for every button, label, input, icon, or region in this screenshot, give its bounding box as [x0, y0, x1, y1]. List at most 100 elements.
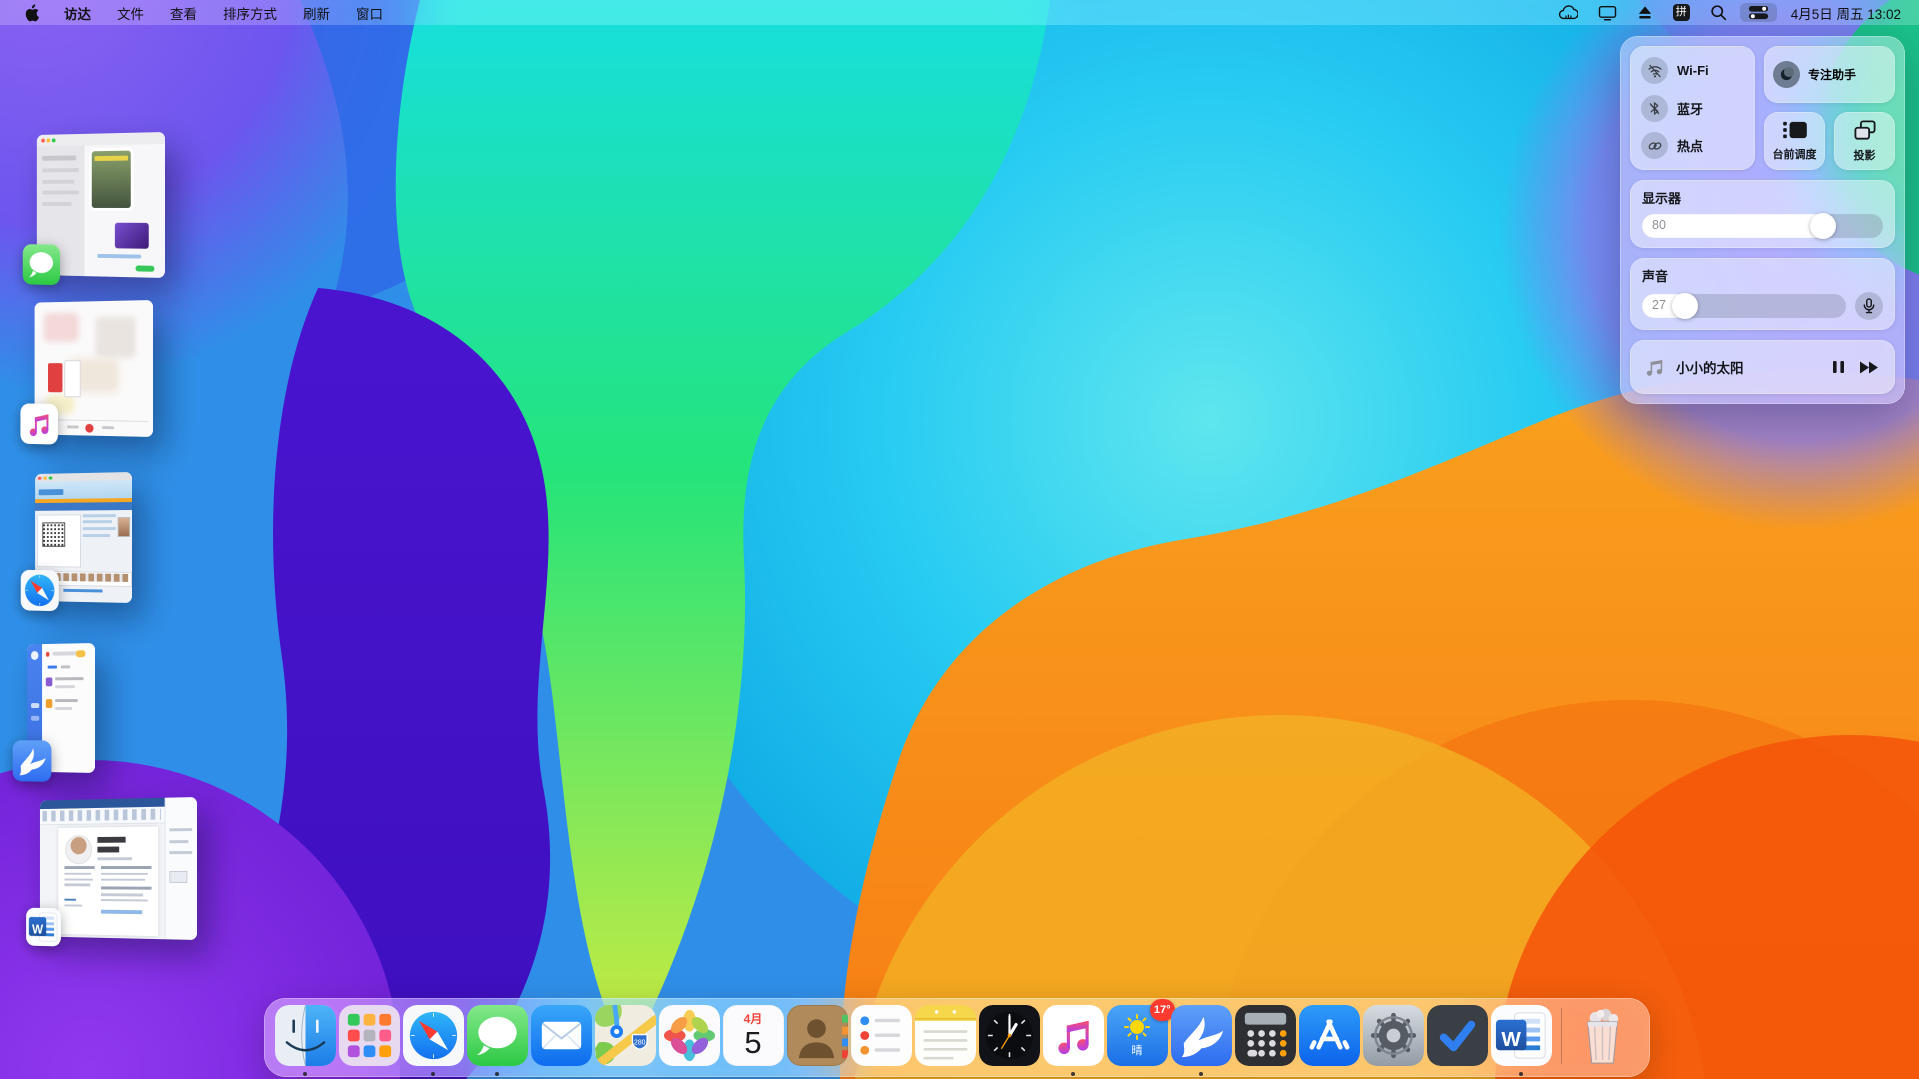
- control-center-button[interactable]: [1740, 3, 1777, 22]
- mail-icon: [531, 1005, 592, 1066]
- contacts-icon: [787, 1005, 848, 1066]
- control-center-panel: Wi-Fi 蓝牙 热点: [1620, 36, 1905, 404]
- dock-item-contacts[interactable]: [785, 1005, 849, 1077]
- eject-icon: [1637, 5, 1653, 20]
- stage-window-thunder[interactable]: [27, 643, 95, 773]
- screen-mirroring-label: 投影: [1854, 147, 1876, 163]
- notes-icon: [915, 1005, 976, 1066]
- dock-item-calculator[interactable]: [1233, 1005, 1297, 1077]
- hotspot-label: 热点: [1677, 136, 1703, 155]
- running-indicator: [431, 1072, 435, 1076]
- dock-item-launchpad[interactable]: [337, 1005, 401, 1077]
- dock-item-photos[interactable]: [657, 1005, 721, 1077]
- safari-badge-icon: [21, 570, 59, 611]
- music-badge-icon: [20, 403, 57, 444]
- display-slider-thumb[interactable]: [1810, 213, 1836, 239]
- dock-item-clock[interactable]: [977, 1005, 1041, 1077]
- apple-menu[interactable]: [14, 4, 49, 22]
- wifi-off-icon: [1641, 57, 1668, 84]
- sound-label: 声音: [1642, 266, 1883, 285]
- dock-item-finder[interactable]: [273, 1005, 337, 1077]
- search-icon: [1710, 4, 1727, 21]
- bluetooth-off-icon: [1641, 95, 1668, 122]
- dock-item-music[interactable]: [1041, 1005, 1105, 1077]
- now-playing-card[interactable]: 小小的太阳: [1630, 340, 1895, 394]
- bluetooth-label: 蓝牙: [1677, 99, 1703, 118]
- dock-item-word[interactable]: [1489, 1005, 1553, 1077]
- calendar-day: 5: [744, 1027, 761, 1060]
- photos-icon: [659, 1005, 720, 1066]
- display-label: 显示器: [1642, 188, 1883, 207]
- display-card: 显示器 80: [1630, 180, 1895, 248]
- dock-item-notes[interactable]: [913, 1005, 977, 1077]
- safari-icon: [403, 1005, 464, 1066]
- dock-item-mail[interactable]: [529, 1005, 593, 1077]
- hotspot-toggle[interactable]: 热点: [1641, 132, 1744, 159]
- menu-item-file[interactable]: 文件: [106, 3, 155, 23]
- dock-item-maps[interactable]: [593, 1005, 657, 1077]
- dock-item-trash[interactable]: [1570, 1005, 1634, 1077]
- moon-icon: [1773, 61, 1800, 88]
- running-indicator: [303, 1072, 307, 1076]
- dock-item-todo[interactable]: [1425, 1005, 1489, 1077]
- apple-icon: [24, 4, 39, 22]
- finder-icon: [275, 1005, 336, 1066]
- menu-item-finder[interactable]: 访达: [53, 3, 102, 23]
- screen-mirroring-icon: [1853, 120, 1877, 141]
- wifi-label: Wi-Fi: [1677, 63, 1709, 78]
- stage-window-music[interactable]: [35, 300, 153, 437]
- weather-icon: 晴 17°: [1107, 1005, 1168, 1066]
- stage-window-messages[interactable]: [37, 132, 165, 278]
- dock-item-messages[interactable]: [465, 1005, 529, 1077]
- running-indicator: [1199, 1072, 1203, 1076]
- menu-bar-status: 拼 4月5日 周五 13:02: [1551, 0, 1905, 25]
- clock-icon: [979, 1005, 1040, 1066]
- traffic-lights: [41, 138, 55, 142]
- focus-toggle[interactable]: 专注助手: [1764, 46, 1895, 103]
- icloud-status-button[interactable]: [1551, 0, 1585, 25]
- thunder-badge-icon: [13, 740, 52, 782]
- menu-item-sort[interactable]: 排序方式: [212, 3, 288, 23]
- display-brightness-slider[interactable]: 80: [1642, 214, 1883, 238]
- volume-slider-thumb[interactable]: [1672, 293, 1698, 319]
- pause-button[interactable]: [1830, 358, 1847, 376]
- dock-item-reminders[interactable]: [849, 1005, 913, 1077]
- reminders-icon: [851, 1005, 912, 1066]
- messages-icon: [467, 1005, 528, 1066]
- dock-item-safari[interactable]: [401, 1005, 465, 1077]
- now-playing-title: 小小的太阳: [1676, 357, 1744, 377]
- volume-slider[interactable]: 27: [1642, 294, 1846, 318]
- fast-forward-icon: [1860, 361, 1879, 374]
- menu-bar-left: 访达 文件 查看 排序方式 刷新 窗口: [14, 3, 394, 23]
- menu-item-window[interactable]: 窗口: [345, 3, 394, 23]
- input-method-button[interactable]: 拼: [1666, 0, 1697, 25]
- dock-item-weather[interactable]: 晴 17°: [1105, 1005, 1169, 1077]
- stage-window-safari[interactable]: [35, 472, 132, 603]
- display-status-button[interactable]: [1591, 0, 1624, 25]
- cloud-icon: [1558, 5, 1578, 21]
- eject-button[interactable]: [1630, 0, 1660, 25]
- dock-item-calendar[interactable]: 4月 5: [721, 1005, 785, 1077]
- settings-gear-icon: [1363, 1005, 1424, 1066]
- dock-item-app-store[interactable]: [1297, 1005, 1361, 1077]
- menu-item-view[interactable]: 查看: [159, 3, 208, 23]
- running-indicator: [495, 1072, 499, 1076]
- thunder-icon: [1171, 1005, 1232, 1066]
- focus-label: 专注助手: [1808, 66, 1856, 83]
- input-method-badge: 拼: [1673, 4, 1690, 21]
- menu-item-refresh[interactable]: 刷新: [292, 3, 341, 23]
- dock-item-system-settings[interactable]: [1361, 1005, 1425, 1077]
- microphone-button[interactable]: [1855, 292, 1883, 320]
- wifi-toggle[interactable]: Wi-Fi: [1641, 57, 1744, 84]
- spotlight-button[interactable]: [1703, 0, 1734, 25]
- dock-item-thunder[interactable]: [1169, 1005, 1233, 1077]
- next-track-button[interactable]: [1858, 359, 1881, 376]
- stage-manager-toggle[interactable]: 台前调度: [1764, 112, 1825, 170]
- control-center-icon: [1748, 5, 1769, 20]
- dock: 4月 5: [264, 998, 1650, 1077]
- connectivity-card: Wi-Fi 蓝牙 热点: [1630, 46, 1755, 170]
- screen-mirroring-toggle[interactable]: 投影: [1834, 112, 1895, 170]
- stage-window-word[interactable]: [40, 797, 197, 940]
- bluetooth-toggle[interactable]: 蓝牙: [1641, 95, 1744, 122]
- menu-bar-clock[interactable]: 4月5日 周五 13:02: [1783, 3, 1905, 23]
